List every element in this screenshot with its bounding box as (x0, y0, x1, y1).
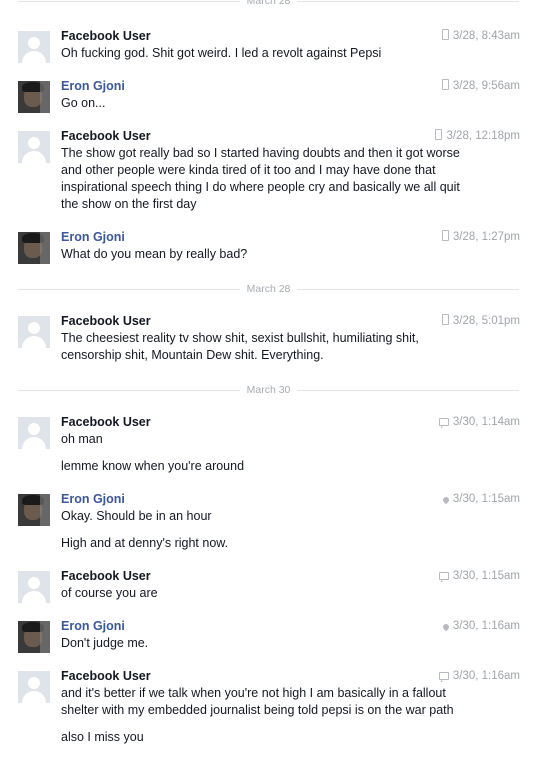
mobile-icon (441, 29, 449, 40)
avatar-eron-gjoni[interactable] (18, 621, 50, 653)
message-text: and it's better if we talk when you're n… (61, 686, 454, 717)
message-meta: 3/28, 1:27pm (441, 229, 520, 246)
message-meta: 3/30, 1:16am (438, 668, 520, 685)
avatar-eron-gjoni[interactable] (18, 494, 50, 526)
sender-name[interactable]: Facebook User (61, 128, 471, 145)
message-meta: 3/30, 1:14am (438, 414, 520, 431)
message-text: oh man (61, 432, 103, 446)
sender-name[interactable]: Eron Gjoni (61, 618, 471, 635)
message-text: High and at denny's right now. (61, 536, 229, 550)
sender-name[interactable]: Facebook User (61, 28, 471, 45)
date-divider: March 28 (18, 0, 519, 8)
avatar-eron-gjoni[interactable] (18, 232, 50, 264)
location-pin-icon (441, 622, 451, 632)
message-meta: 3/30, 1:16am (441, 618, 520, 635)
message-time: 3/28, 8:43am (452, 30, 520, 42)
message-text: The show got really bad so I started hav… (61, 146, 460, 211)
message-meta: 3/28, 8:43am (441, 28, 520, 45)
message-time: 3/30, 1:15am (452, 493, 520, 505)
date-divider-label: March 28 (239, 282, 298, 296)
mobile-icon (435, 129, 443, 140)
sender-name[interactable]: Eron Gjoni (61, 78, 471, 95)
mobile-icon (441, 79, 449, 90)
message-time: 3/28, 5:01pm (452, 315, 520, 327)
message-time: 3/30, 1:16am (452, 620, 520, 632)
chat-icon (438, 572, 449, 582)
message-text: The cheesiest reality tv show shit, sexi… (61, 331, 419, 362)
sender-name[interactable]: Facebook User (61, 668, 471, 685)
message-time: 3/28, 9:56am (452, 80, 520, 92)
mobile-icon (441, 230, 449, 241)
message-time: 3/30, 1:16am (452, 670, 520, 682)
avatar-facebook-user[interactable] (18, 417, 50, 449)
sender-name[interactable]: Facebook User (61, 568, 471, 585)
message-time: 3/28, 12:18pm (446, 130, 520, 142)
message-text: What do you mean by really bad? (61, 247, 248, 261)
message-text: Okay. Should be in an hour (61, 509, 212, 523)
message-text: Don't judge me. (61, 636, 149, 650)
message-meta: 3/30, 1:15am (441, 491, 520, 508)
message-meta: 3/28, 12:18pm (435, 128, 520, 145)
message-text: Go on... (61, 96, 106, 110)
chat-icon (438, 672, 449, 682)
avatar-facebook-user[interactable] (18, 316, 50, 348)
avatar-facebook-user[interactable] (18, 31, 50, 63)
date-divider-label: March 30 (239, 383, 298, 397)
avatar-facebook-user[interactable] (18, 671, 50, 703)
date-divider: March 28 (18, 282, 519, 296)
message-time: 3/28, 1:27pm (452, 231, 520, 243)
message-time: 3/30, 1:14am (452, 416, 520, 428)
message-text: of course you are (61, 586, 158, 600)
avatar-facebook-user[interactable] (18, 571, 50, 603)
sender-name[interactable]: Eron Gjoni (61, 491, 471, 508)
avatar-facebook-user[interactable] (18, 131, 50, 163)
message-meta: 3/28, 9:56am (441, 78, 520, 95)
message-text: lemme know when you're around (61, 459, 245, 473)
sender-name[interactable]: Facebook User (61, 414, 471, 431)
message-text: also I miss you (61, 730, 144, 744)
message-time: 3/30, 1:15am (452, 570, 520, 582)
date-divider: March 30 (18, 383, 519, 397)
mobile-icon (441, 314, 449, 325)
location-pin-icon (441, 495, 451, 505)
date-divider-label: March 28 (239, 0, 298, 8)
sender-name[interactable]: Facebook User (61, 313, 471, 330)
avatar-eron-gjoni[interactable] (18, 81, 50, 113)
message-meta: 3/28, 5:01pm (441, 313, 520, 330)
sender-name[interactable]: Eron Gjoni (61, 229, 471, 246)
message-text: Oh fucking god. Shit got weird. I led a … (61, 46, 382, 60)
chat-icon (438, 418, 449, 428)
message-meta: 3/30, 1:15am (438, 568, 520, 585)
